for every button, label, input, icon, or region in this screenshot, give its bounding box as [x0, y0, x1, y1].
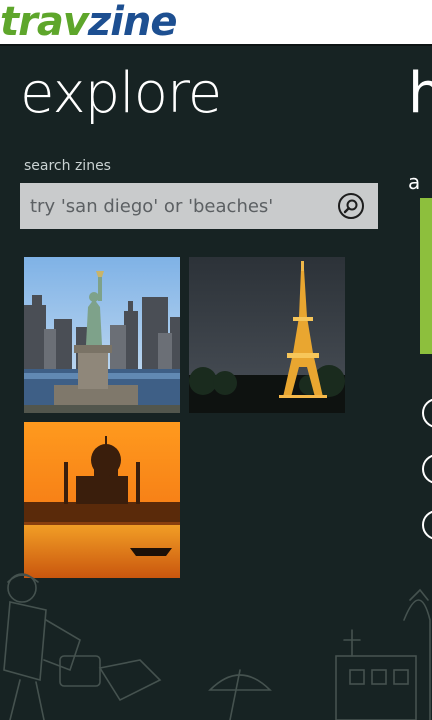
logo-zine: zine — [87, 0, 178, 45]
taj-mahal-photo — [24, 422, 180, 578]
destination-thumb-agra[interactable] — [24, 422, 180, 578]
search-button[interactable] — [338, 193, 364, 219]
app-header: travzine — [0, 0, 432, 46]
next-panel-circle-button-2[interactable] — [422, 454, 432, 484]
search-box — [20, 183, 378, 229]
eiffel-tower-photo — [189, 257, 345, 413]
search-input[interactable] — [20, 183, 338, 229]
travel-doodles-decoration — [3, 573, 431, 720]
next-panel-title-peek[interactable]: h — [408, 58, 432, 130]
next-panel-tile-peek[interactable] — [420, 198, 432, 354]
search-label: search zines — [24, 158, 111, 174]
page-title: explore — [20, 61, 222, 126]
next-panel-circle-button-1[interactable] — [422, 398, 432, 428]
travzine-logo: travzine — [0, 0, 178, 45]
search-icon — [343, 199, 358, 214]
next-panel-circle-button-3[interactable] — [422, 510, 432, 540]
statue-of-liberty-photo — [24, 257, 180, 413]
destination-thumb-paris[interactable] — [189, 257, 345, 413]
next-panel-label-peek: a — [408, 170, 421, 194]
logo-trav: trav — [0, 0, 89, 45]
destination-thumb-new-york[interactable] — [24, 257, 180, 413]
